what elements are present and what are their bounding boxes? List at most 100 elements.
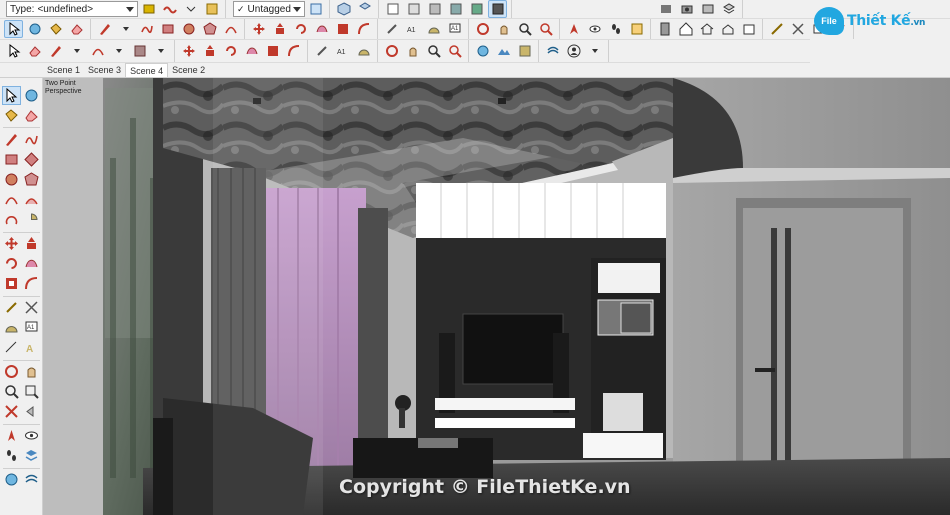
zoom-extents-icon[interactable] — [445, 42, 464, 60]
follow-me-icon[interactable] — [242, 42, 261, 60]
rectangle-icon[interactable] — [158, 20, 177, 38]
arc-icon[interactable] — [2, 190, 21, 209]
select-arrow-icon[interactable] — [4, 42, 23, 60]
push-pull-icon[interactable] — [270, 20, 289, 38]
follow-me-icon[interactable] — [312, 20, 331, 38]
type-selector[interactable]: Type: <undefined> — [6, 1, 138, 17]
chevron-down-icon[interactable] — [585, 42, 604, 60]
previous-view-icon[interactable] — [22, 402, 41, 421]
zoom-icon[interactable] — [424, 42, 443, 60]
orbit-icon[interactable] — [473, 20, 492, 38]
pencil-icon[interactable] — [95, 20, 114, 38]
position-camera-icon[interactable] — [2, 426, 21, 445]
mesh-icon[interactable] — [515, 42, 534, 60]
pie-icon[interactable] — [22, 210, 41, 229]
freehand-icon[interactable] — [22, 130, 41, 149]
text-icon[interactable]: A1 — [445, 20, 464, 38]
polygon-icon[interactable] — [22, 170, 41, 189]
xray-icon[interactable] — [383, 0, 402, 18]
push-pull-icon[interactable] — [22, 234, 41, 253]
shape-icon[interactable] — [130, 42, 149, 60]
stamp-icon[interactable] — [543, 42, 562, 60]
text-icon[interactable]: A1 — [22, 318, 41, 337]
circle-icon[interactable] — [2, 170, 21, 189]
storage-icon[interactable] — [739, 20, 758, 38]
pan-icon[interactable] — [22, 362, 41, 381]
rotate-icon[interactable] — [221, 42, 240, 60]
tape-measure-icon[interactable] — [382, 20, 401, 38]
home-icon[interactable] — [697, 20, 716, 38]
chevron-down-icon[interactable] — [67, 42, 86, 60]
protractor-icon[interactable] — [2, 318, 21, 337]
paint-style-icon[interactable] — [139, 0, 158, 18]
orbit-icon[interactable] — [2, 362, 21, 381]
tab-scene-1[interactable]: Scene 1 — [43, 63, 84, 77]
rotate-icon[interactable] — [2, 254, 21, 273]
rotated-rectangle-icon[interactable] — [22, 150, 41, 169]
textured-icon[interactable] — [467, 0, 486, 18]
look-around-icon[interactable] — [585, 20, 604, 38]
rotate-icon[interactable] — [291, 20, 310, 38]
scene-icon[interactable] — [656, 0, 675, 18]
circle-icon[interactable] — [179, 20, 198, 38]
3d-viewport[interactable]: Two Point Perspective Copyright © FileTh… — [43, 78, 950, 515]
walk-icon[interactable] — [606, 20, 625, 38]
axes-icon[interactable] — [788, 20, 807, 38]
walk-icon[interactable] — [2, 446, 21, 465]
component-icon[interactable] — [22, 86, 41, 105]
shaded-icon[interactable] — [446, 0, 465, 18]
section-plane-icon[interactable] — [627, 20, 646, 38]
door-icon[interactable] — [655, 20, 674, 38]
eraser-icon[interactable] — [67, 20, 86, 38]
tape-measure-icon[interactable] — [2, 298, 21, 317]
zoom-window-icon[interactable] — [22, 382, 41, 401]
dimension-icon[interactable]: A1 — [403, 20, 422, 38]
iso-view-icon[interactable] — [334, 0, 353, 18]
pan-icon[interactable] — [494, 20, 513, 38]
top-view-icon[interactable] — [355, 0, 374, 18]
orbit-icon[interactable] — [382, 42, 401, 60]
pencil-icon[interactable] — [2, 130, 21, 149]
terrain-icon[interactable] — [494, 42, 513, 60]
push-pull-icon[interactable] — [200, 42, 219, 60]
offset-icon[interactable] — [354, 20, 373, 38]
arc-icon[interactable] — [221, 20, 240, 38]
offset-icon[interactable] — [284, 42, 303, 60]
component-icon[interactable] — [25, 20, 44, 38]
zoom-extents-icon[interactable] — [536, 20, 555, 38]
move-icon[interactable] — [2, 234, 21, 253]
select-arrow-icon[interactable] — [2, 86, 21, 105]
rectangle-icon[interactable] — [2, 150, 21, 169]
arc-icon[interactable] — [88, 42, 107, 60]
monochrome-icon[interactable] — [488, 0, 507, 18]
wave-icon[interactable] — [160, 0, 179, 18]
paint-bucket-icon[interactable] — [2, 106, 21, 125]
house-outline-icon[interactable] — [718, 20, 737, 38]
layers-icon[interactable] — [719, 0, 738, 18]
sandbox-icon[interactable] — [473, 42, 492, 60]
back-edges-icon[interactable] — [404, 0, 423, 18]
scale-icon[interactable] — [333, 20, 352, 38]
section-plane-icon[interactable] — [22, 446, 41, 465]
eraser-icon[interactable] — [22, 106, 41, 125]
three-point-arc-icon[interactable] — [2, 210, 21, 229]
3d-text-icon[interactable]: A — [22, 338, 41, 357]
protractor-icon[interactable] — [424, 20, 443, 38]
tag-selector[interactable]: ✓ Untagged — [233, 1, 305, 17]
tab-scene-2[interactable]: Scene 2 — [168, 63, 209, 77]
zoom-icon[interactable] — [2, 382, 21, 401]
camera-icon[interactable] — [677, 0, 696, 18]
paint-bucket-icon[interactable] — [46, 20, 65, 38]
zoom-extents-icon[interactable] — [2, 402, 21, 421]
house-icon[interactable] — [676, 20, 695, 38]
tab-scene-4[interactable]: Scene 4 — [125, 63, 169, 77]
two-point-arc-icon[interactable] — [22, 190, 41, 209]
pan-icon[interactable] — [403, 42, 422, 60]
scale-icon[interactable] — [2, 274, 21, 293]
eraser-icon[interactable] — [25, 42, 44, 60]
tab-scene-3[interactable]: Scene 3 — [84, 63, 125, 77]
chevron-down-icon[interactable] — [116, 20, 135, 38]
select-arrow-icon[interactable] — [4, 20, 23, 38]
position-camera-icon[interactable] — [564, 20, 583, 38]
move-icon[interactable] — [179, 42, 198, 60]
